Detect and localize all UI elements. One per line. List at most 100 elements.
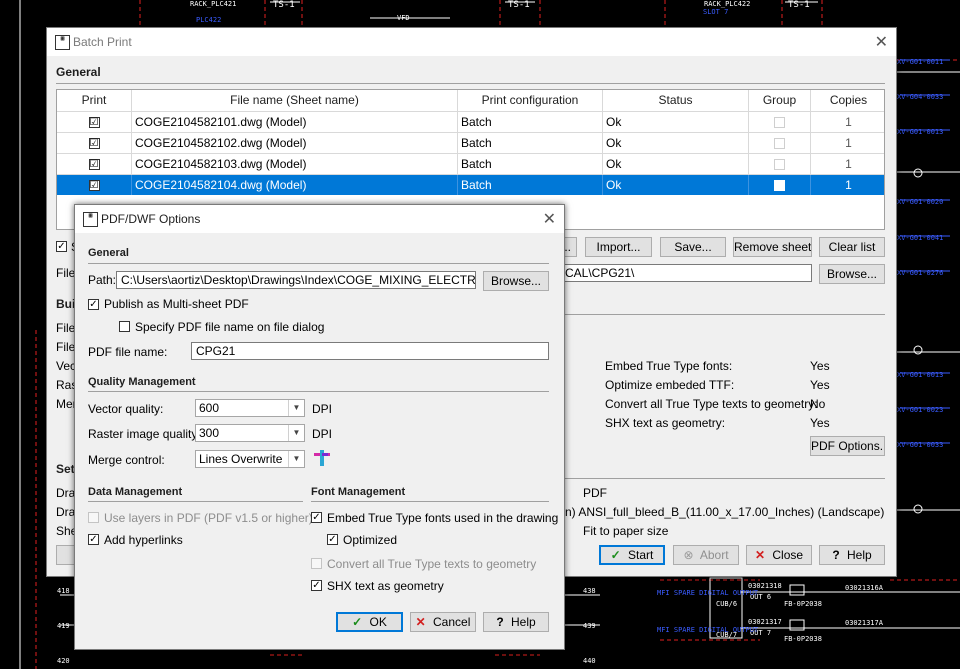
chevron-down-icon[interactable]: ▼ xyxy=(288,400,304,416)
print-config-cell[interactable]: Batch xyxy=(458,154,603,174)
print-checkbox[interactable]: ☑ xyxy=(57,133,132,153)
dpi-label: DPI xyxy=(312,427,333,441)
pdf-options-titlebar[interactable]: ▦ PDF/DWF Options ✕ xyxy=(75,205,564,233)
column-header-copies[interactable]: Copies xyxy=(811,90,884,111)
close-button[interactable]: ✕ Close xyxy=(746,545,812,565)
dpi-label: DPI xyxy=(312,402,333,416)
settings-heading: Set xyxy=(56,462,75,476)
select-all-checkbox[interactable]: ✓ xyxy=(56,241,67,252)
summary-label: Optimize embeded TTF: xyxy=(605,378,735,392)
cad-label: SLOT 7 xyxy=(703,8,729,16)
pdf-options-button[interactable]: PDF Options... xyxy=(810,436,885,456)
status-cell: Ok xyxy=(603,133,749,153)
embed-ttf-checkbox[interactable]: ✓ xyxy=(311,512,322,523)
data-separator xyxy=(88,501,303,502)
help-button[interactable]: ? Help xyxy=(819,545,885,565)
print-checkbox[interactable]: ☑ xyxy=(57,112,132,132)
status-cell: Ok xyxy=(603,112,749,132)
copies-cell[interactable]: 1 xyxy=(811,154,884,174)
summary-label: SHX text as geometry: xyxy=(605,416,726,430)
optimized-checkbox[interactable]: ✓ xyxy=(327,534,338,545)
cad-label: 03021316A xyxy=(845,584,883,592)
table-row[interactable]: ☑ COGE2104582103.dwg (Model) Batch Ok 1 xyxy=(57,153,884,174)
output-format-value: PDF xyxy=(583,486,607,500)
shx-geometry-checkbox[interactable]: ✓ xyxy=(311,580,322,591)
vector-quality-select[interactable]: 600 ▼ xyxy=(195,399,305,417)
ok-button[interactable]: ✓ OK xyxy=(336,612,403,632)
file-name-cell: COGE2104582102.dwg (Model) xyxy=(132,133,458,153)
paper-size-value: n) ANSI_full_bleed_B_(11.00_x_17.00_Inch… xyxy=(565,505,885,519)
help-label: Help xyxy=(511,615,536,629)
abort-button[interactable]: ⊗ Abort xyxy=(673,545,739,565)
close-icon[interactable]: ✕ xyxy=(875,32,888,52)
start-button[interactable]: ✓ Start xyxy=(599,545,665,565)
close-icon: ✕ xyxy=(754,548,766,562)
summary-value: Yes xyxy=(810,359,830,373)
cad-tag: XV-G01-0041 xyxy=(897,234,944,242)
column-header-status[interactable]: Status xyxy=(603,90,749,111)
publish-multisheet-checkbox[interactable]: ✓ xyxy=(88,299,99,310)
table-row-selected[interactable]: ☑ COGE2104582104.dwg (Model) Batch Ok 1 xyxy=(57,174,884,195)
cad-tag: XV-G01-0020 xyxy=(897,198,944,206)
cad-label: 03021317A xyxy=(845,619,883,627)
print-config-cell[interactable]: Batch xyxy=(458,133,603,153)
batch-print-title: Batch Print xyxy=(73,35,132,49)
pdf-file-name-field[interactable]: CPG21 xyxy=(191,342,549,360)
browse-path-button[interactable]: Browse... xyxy=(483,271,549,291)
option-label: File xyxy=(56,340,76,354)
cad-line-number: 419 xyxy=(57,622,70,630)
close-icon[interactable]: ✕ xyxy=(543,209,556,229)
pdf-file-name-label: PDF file name: xyxy=(88,345,168,359)
option-label: File xyxy=(56,321,76,335)
column-header-print[interactable]: Print xyxy=(57,90,132,111)
clear-list-button[interactable]: Clear list xyxy=(819,237,885,257)
shx-geometry-label: SHX text as geometry xyxy=(327,579,444,593)
table-row[interactable]: ☑ COGE2104582102.dwg (Model) Batch Ok 1 xyxy=(57,132,884,153)
pdf-help-button[interactable]: ? Help xyxy=(483,612,549,632)
abort-icon: ⊗ xyxy=(683,548,694,562)
print-config-cell[interactable]: Batch xyxy=(458,112,603,132)
font-separator xyxy=(311,501,549,502)
check-icon: ✓ xyxy=(352,615,363,629)
output-file-path-field[interactable]: CAL\CPG21\ xyxy=(560,264,812,282)
cad-label: 03021317 xyxy=(748,618,782,626)
column-header-file-name[interactable]: File name (Sheet name) xyxy=(132,90,458,111)
print-config-cell[interactable]: Batch xyxy=(458,175,603,195)
chevron-down-icon[interactable]: ▼ xyxy=(288,425,304,441)
cad-label: MFI SPARE DIGITAL OUTPUT xyxy=(657,626,759,634)
file-label: File xyxy=(56,266,76,280)
cad-line-number: 439 xyxy=(583,622,596,630)
chevron-down-icon[interactable]: ▼ xyxy=(288,451,304,467)
summary-value: No xyxy=(810,397,826,411)
cad-line-number: 420 xyxy=(57,657,70,665)
table-row[interactable]: ☑ COGE2104582101.dwg (Model) Batch Ok 1 xyxy=(57,111,884,132)
merge-control-select[interactable]: Lines Overwrite ▼ xyxy=(195,450,305,468)
pdf-general-separator xyxy=(88,263,549,264)
copies-cell[interactable]: 1 xyxy=(811,133,884,153)
raster-quality-label: Raster image quality: xyxy=(88,427,201,441)
column-header-print-configuration[interactable]: Print configuration xyxy=(458,90,603,111)
batch-print-titlebar[interactable]: ▦ Batch Print ✕ xyxy=(47,28,896,56)
specify-filename-checkbox[interactable] xyxy=(119,321,130,332)
merge-control-label: Merge control: xyxy=(88,453,165,467)
help-icon: ? xyxy=(832,548,840,562)
copies-cell[interactable]: 1 xyxy=(811,112,884,132)
save-button[interactable]: Save... xyxy=(660,237,726,257)
print-checkbox[interactable]: ☑ xyxy=(57,175,132,195)
specify-filename-label: Specify PDF file name on file dialog xyxy=(135,320,325,334)
copies-cell[interactable]: 1 xyxy=(811,175,884,195)
convert-ttf-checkbox[interactable] xyxy=(311,558,322,569)
summary-value: Yes xyxy=(810,416,830,430)
path-field[interactable]: C:\Users\aortiz\Desktop\Drawings\Index\C… xyxy=(116,271,476,289)
remove-sheets-button[interactable]: Remove sheets xyxy=(733,237,812,257)
import-button[interactable]: Import... xyxy=(585,237,652,257)
build-separator xyxy=(560,314,885,315)
raster-quality-select[interactable]: 300 ▼ xyxy=(195,424,305,442)
use-layers-checkbox[interactable] xyxy=(88,512,99,523)
print-checkbox[interactable]: ☑ xyxy=(57,154,132,174)
add-hyperlinks-checkbox[interactable]: ✓ xyxy=(88,534,99,545)
group-checkbox xyxy=(749,133,811,153)
browse-output-button[interactable]: Browse... xyxy=(819,264,885,284)
cancel-button[interactable]: ✕ Cancel xyxy=(410,612,476,632)
column-header-group[interactable]: Group xyxy=(749,90,811,111)
